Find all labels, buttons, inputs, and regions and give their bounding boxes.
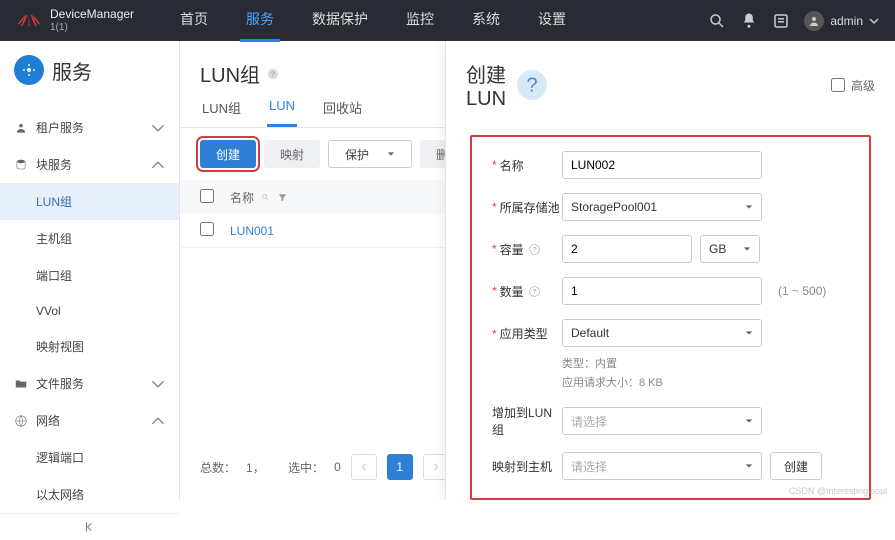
- svg-text:?: ?: [271, 71, 275, 78]
- name-input[interactable]: [562, 151, 762, 179]
- label-name: 名称: [500, 157, 524, 174]
- chevron-up-icon: [151, 414, 165, 428]
- sidebar-item-block[interactable]: 块服务: [0, 146, 179, 183]
- tab-lungroup[interactable]: LUN组: [200, 98, 243, 127]
- sidebar-sub-vvol[interactable]: VVol: [0, 294, 179, 328]
- chevron-down-icon: [151, 377, 165, 391]
- sidebar-title: 服务: [52, 56, 92, 85]
- tab-lun[interactable]: LUN: [267, 98, 297, 127]
- chevron-down-icon: [869, 16, 879, 26]
- info-icon[interactable]: ?: [528, 243, 541, 256]
- brand-subtitle: 1(1): [50, 22, 134, 33]
- nav-data-protect[interactable]: 数据保护: [306, 0, 374, 42]
- sidebar-sub-mapping[interactable]: 映射视图: [0, 328, 179, 365]
- svg-text:?: ?: [526, 75, 537, 97]
- search-icon[interactable]: [708, 12, 726, 30]
- avatar-icon: [804, 11, 824, 31]
- sidebar-collapse[interactable]: [0, 513, 179, 540]
- user-name: admin: [830, 14, 863, 28]
- nav-service[interactable]: 服务: [240, 0, 280, 42]
- maphost-select[interactable]: 请选择: [562, 452, 762, 480]
- caret-down-icon: [745, 203, 753, 211]
- label-count: 数量: [500, 283, 524, 300]
- help-icon[interactable]: ?: [512, 65, 552, 105]
- caret-down-icon: [745, 417, 753, 425]
- label-apptype: 应用类型: [500, 325, 548, 342]
- sidebar-sub-logical-port[interactable]: 逻辑端口: [0, 439, 179, 476]
- addgroup-select[interactable]: 请选择: [562, 407, 762, 435]
- nav-settings[interactable]: 设置: [532, 0, 572, 42]
- sidebar-sub-lungroup[interactable]: LUN组: [0, 183, 179, 220]
- service-badge-icon: [14, 55, 44, 85]
- sidebar-sub-hostgroup[interactable]: 主机组: [0, 220, 179, 257]
- page-1-button[interactable]: 1: [387, 454, 413, 480]
- map-button[interactable]: 映射: [264, 140, 320, 168]
- advanced-toggle[interactable]: 高级: [831, 77, 875, 94]
- label-capacity: 容量: [500, 241, 524, 258]
- info-icon[interactable]: ?: [528, 285, 541, 298]
- brand: DeviceManager 1(1): [16, 8, 134, 32]
- col-name: 名称: [230, 189, 254, 206]
- chevron-up-icon: [151, 158, 165, 172]
- filter-name-icon[interactable]: [277, 192, 288, 203]
- label-addgroup: 增加到LUN组: [492, 404, 562, 438]
- nav-home[interactable]: 首页: [174, 0, 214, 42]
- svg-text:?: ?: [532, 246, 536, 253]
- sidebar-sub-portgroup[interactable]: 端口组: [0, 257, 179, 294]
- label-maphost: 映射到主机: [492, 458, 552, 475]
- chevron-down-icon: [151, 121, 165, 135]
- create-lun-drawer: 创建LUN ? 高级 *名称 *所属存储池 StoragePool001: [445, 41, 895, 500]
- caret-down-icon: [743, 245, 751, 253]
- lun-name-link[interactable]: LUN001: [230, 224, 274, 238]
- task-icon[interactable]: [772, 12, 790, 30]
- protect-dropdown[interactable]: 保护: [328, 140, 412, 168]
- create-button[interactable]: 创建: [200, 140, 256, 168]
- caret-down-icon: [387, 150, 395, 158]
- sidebar-item-file[interactable]: 文件服务: [0, 365, 179, 402]
- bell-icon[interactable]: [740, 12, 758, 30]
- pager: 总数：1， 选中：0 1: [180, 442, 469, 492]
- svg-text:?: ?: [532, 288, 536, 295]
- nav-system[interactable]: 系统: [466, 0, 506, 42]
- user-menu[interactable]: admin: [804, 11, 879, 31]
- pool-select[interactable]: StoragePool001: [562, 193, 762, 221]
- select-all-checkbox[interactable]: [200, 189, 214, 203]
- drawer-title: 创建LUN: [466, 59, 506, 111]
- caret-down-icon: [745, 329, 753, 337]
- sidebar-item-network[interactable]: 网络: [0, 402, 179, 439]
- sidebar-label-block: 块服务: [36, 156, 72, 173]
- map-create-button[interactable]: 创建: [770, 452, 822, 480]
- label-pool: 所属存储池: [500, 199, 560, 216]
- top-nav: 首页 服务 数据保护 监控 系统 设置: [174, 0, 572, 42]
- apptype-select[interactable]: Default: [562, 319, 762, 347]
- nav-monitor[interactable]: 监控: [400, 0, 440, 42]
- capacity-unit-select[interactable]: GB: [700, 235, 760, 263]
- caret-down-icon: [745, 462, 753, 470]
- sidebar-label-tenant: 租户服务: [36, 119, 84, 136]
- sidebar-label-file: 文件服务: [36, 375, 84, 392]
- prev-page-button[interactable]: [351, 454, 377, 480]
- brand-title: DeviceManager: [50, 8, 134, 21]
- sidebar-sub-ethernet[interactable]: 以太网络: [0, 476, 179, 513]
- watermark: CSDN @Interesting soul: [789, 486, 887, 496]
- sidebar-label-network: 网络: [36, 412, 60, 429]
- count-input[interactable]: [562, 277, 762, 305]
- tab-recycle[interactable]: 回收站: [321, 98, 364, 127]
- sidebar-item-tenant[interactable]: 租户服务: [0, 109, 179, 146]
- row-checkbox[interactable]: [200, 222, 214, 236]
- huawei-logo-icon: [16, 13, 42, 29]
- help-icon[interactable]: ?: [266, 67, 280, 81]
- capacity-input[interactable]: [562, 235, 692, 263]
- sidebar: 服务 租户服务 块服务 LUN组 主机组 端口组 VVol 映射视图 文件服务 …: [0, 41, 180, 500]
- search-col-icon[interactable]: [260, 192, 271, 203]
- count-hint: (1 ~ 500): [778, 284, 826, 298]
